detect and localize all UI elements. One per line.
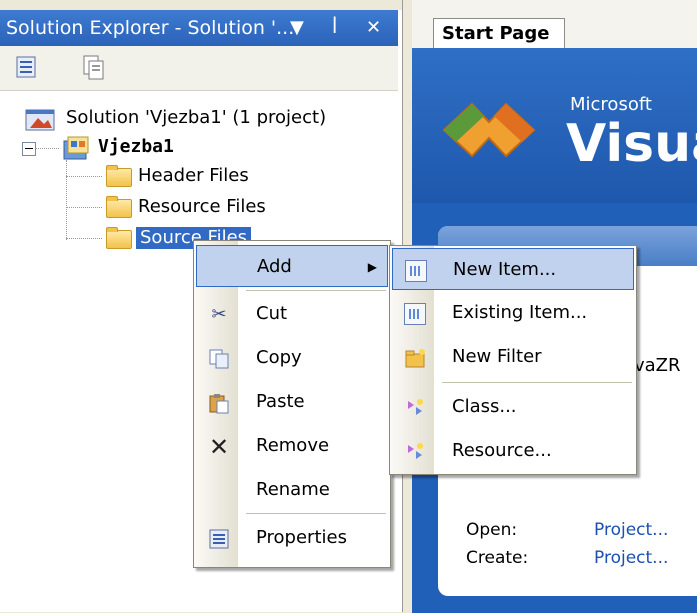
folder-icon bbox=[106, 165, 132, 187]
project-icon bbox=[63, 136, 89, 160]
project-label: Vjezba1 bbox=[98, 136, 174, 157]
submenu-item-new-item[interactable]: New Item... bbox=[392, 248, 634, 290]
tab-start-page[interactable]: Start Page bbox=[433, 18, 565, 48]
menu-item-label: Remove bbox=[256, 435, 330, 456]
submenu-arrow-icon: ▶ bbox=[367, 260, 377, 274]
solution-explorer-title-bar[interactable]: Solution Explorer - Solution '... ▼ ꟾ ✕ bbox=[0, 10, 398, 46]
menu-item-label: Properties bbox=[256, 527, 347, 548]
menu-item-remove[interactable]: ✕ Remove bbox=[196, 425, 388, 467]
menu-separator bbox=[246, 513, 386, 514]
tree-line bbox=[66, 176, 102, 177]
tree-line bbox=[66, 160, 67, 240]
menu-item-label: Resource... bbox=[452, 440, 552, 461]
class-icon bbox=[408, 399, 423, 415]
menu-item-label: Rename bbox=[256, 479, 330, 500]
menu-separator bbox=[246, 290, 386, 291]
menu-item-properties[interactable]: Properties bbox=[196, 517, 388, 559]
pin-icon[interactable]: ꟾ bbox=[332, 10, 337, 46]
solution-explorer-toolbar bbox=[0, 46, 398, 91]
menu-item-cut[interactable]: ✂ Cut bbox=[196, 293, 388, 335]
menu-item-label: New Filter bbox=[452, 346, 542, 367]
add-submenu: New Item... Existing Item... New Filter … bbox=[389, 245, 637, 475]
menu-item-label: Existing Item... bbox=[452, 302, 588, 323]
menu-separator bbox=[442, 382, 632, 383]
visual-studio-logo-icon bbox=[442, 102, 536, 158]
menu-item-label: Paste bbox=[256, 391, 305, 412]
tree-line bbox=[35, 148, 59, 149]
collapse-toggle[interactable] bbox=[22, 142, 36, 156]
folder-label: Resource Files bbox=[138, 196, 266, 217]
existing-item-icon bbox=[404, 303, 426, 325]
solution-icon bbox=[25, 109, 55, 131]
folder-icon bbox=[106, 227, 132, 249]
submenu-item-existing-item[interactable]: Existing Item... bbox=[392, 292, 634, 334]
menu-item-label: Copy bbox=[256, 347, 302, 368]
tree-line bbox=[66, 238, 102, 239]
menu-item-paste[interactable]: Paste bbox=[196, 381, 388, 423]
properties-icon bbox=[16, 56, 36, 78]
create-project-link[interactable]: Project... bbox=[594, 548, 668, 568]
paste-icon bbox=[209, 394, 229, 414]
recent-project-item[interactable]: vaZR bbox=[634, 355, 681, 376]
menu-item-copy[interactable]: Copy bbox=[196, 337, 388, 379]
properties-toolbar-button[interactable] bbox=[14, 54, 40, 80]
solution-label: Solution 'Vjezba1' (1 project) bbox=[66, 107, 327, 128]
properties-icon bbox=[209, 529, 229, 549]
brand-visual: Visua bbox=[566, 114, 697, 174]
menu-item-add[interactable]: Add ▶ bbox=[196, 245, 388, 287]
menu-item-label: Class... bbox=[452, 396, 517, 417]
tree-line bbox=[66, 207, 102, 208]
show-all-files-button[interactable] bbox=[80, 54, 106, 80]
submenu-item-new-filter[interactable]: New Filter bbox=[392, 336, 634, 378]
menu-item-label: Cut bbox=[256, 303, 288, 324]
create-label: Create: bbox=[466, 548, 529, 568]
new-item-icon bbox=[405, 260, 427, 282]
scissors-icon: ✂ bbox=[211, 304, 227, 325]
solution-explorer-title: Solution Explorer - Solution '... bbox=[6, 17, 295, 39]
folder-icon bbox=[106, 196, 132, 218]
copy-icon bbox=[209, 349, 229, 369]
menu-item-label: New Item... bbox=[453, 259, 557, 280]
dropdown-icon[interactable]: ▼ bbox=[290, 10, 304, 46]
menu-item-rename[interactable]: Rename bbox=[196, 469, 388, 511]
show-all-files-icon bbox=[83, 55, 104, 80]
resource-icon bbox=[408, 443, 423, 459]
folder-label: Header Files bbox=[138, 165, 249, 186]
context-menu: Add ▶ ✂ Cut Copy Paste ✕ Remove Rename P… bbox=[193, 240, 391, 568]
open-project-link[interactable]: Project... bbox=[594, 520, 668, 540]
top-strip bbox=[0, 0, 402, 10]
brand-microsoft: Microsoft bbox=[570, 94, 652, 115]
close-icon[interactable]: ✕ bbox=[366, 10, 381, 46]
start-page-banner: Microsoft Visua bbox=[412, 48, 697, 203]
new-filter-folder-icon bbox=[405, 349, 425, 368]
submenu-item-resource[interactable]: Resource... bbox=[392, 430, 634, 472]
open-label: Open: bbox=[466, 520, 518, 540]
remove-x-icon: ✕ bbox=[208, 433, 230, 461]
submenu-item-class[interactable]: Class... bbox=[392, 386, 634, 428]
menu-item-label: Add bbox=[257, 256, 292, 277]
